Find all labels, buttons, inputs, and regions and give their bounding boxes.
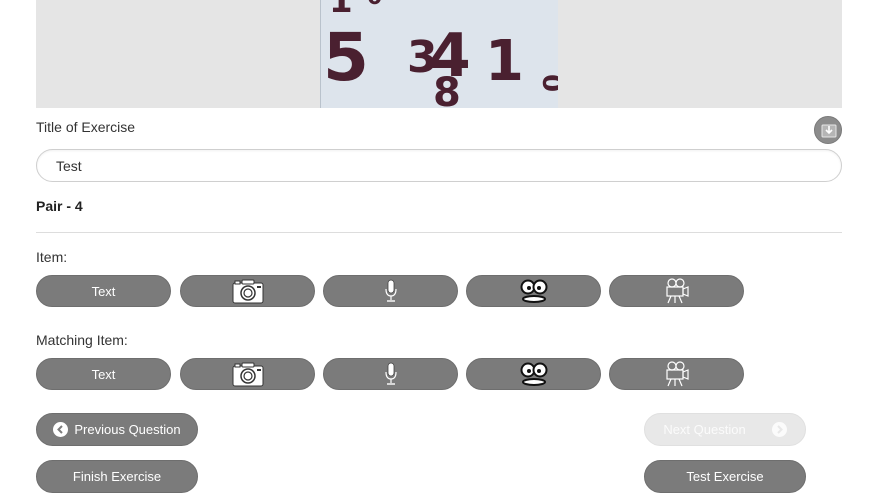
matching-audio-button[interactable] <box>323 358 458 390</box>
previous-question-button[interactable]: Previous Question <box>36 413 198 446</box>
next-question-button[interactable]: Next Question <box>644 413 806 446</box>
finish-exercise-label: Finish Exercise <box>72 469 162 484</box>
previous-question-label: Previous Question <box>74 422 181 437</box>
download-button[interactable] <box>814 116 842 144</box>
microphone-icon <box>384 279 397 302</box>
test-exercise-button[interactable]: Test Exercise <box>644 460 806 493</box>
pair-title: Pair - 4 <box>36 198 83 214</box>
download-icon <box>821 124 837 138</box>
face-icon <box>520 362 547 386</box>
title-label: Title of Exercise <box>36 119 136 135</box>
divider <box>36 232 842 233</box>
video-camera-icon <box>665 278 689 304</box>
digit-top-mid: 0 <box>367 0 382 10</box>
item-video-button[interactable] <box>609 275 744 307</box>
camera-icon <box>232 279 263 304</box>
matching-photo-button[interactable] <box>180 358 315 390</box>
video-camera-icon <box>665 361 689 387</box>
item-text-button[interactable]: Text <box>36 275 171 307</box>
item-emoji-button[interactable] <box>466 275 601 307</box>
digit-ten: 0 <box>536 74 558 92</box>
finish-exercise-button[interactable]: Finish Exercise <box>36 460 198 493</box>
digit-eight: 8 <box>433 70 461 108</box>
chevron-left-icon <box>53 422 69 437</box>
digit-five: 5 <box>323 19 369 96</box>
title-input[interactable] <box>36 149 842 182</box>
item-audio-button[interactable] <box>323 275 458 307</box>
matching-item-label: Matching Item: <box>36 332 128 348</box>
matching-video-button[interactable] <box>609 358 744 390</box>
matching-text-button[interactable]: Text <box>36 358 171 390</box>
camera-icon <box>232 362 263 387</box>
chevron-right-icon <box>771 422 787 437</box>
item-photo-button[interactable] <box>180 275 315 307</box>
item-text-label: Text <box>91 283 116 299</box>
digit-one: 1 <box>485 29 524 94</box>
microphone-icon <box>384 362 397 385</box>
image-preview-panel: 1 0 5 3 4 1 8 0 <box>36 0 842 108</box>
digit-top-left: 1 <box>329 0 353 21</box>
item-label: Item: <box>36 249 68 265</box>
face-icon <box>520 279 547 303</box>
number-collage-image: 1 0 5 3 4 1 8 0 <box>320 0 558 108</box>
next-question-label: Next Question <box>663 422 746 437</box>
matching-emoji-button[interactable] <box>466 358 601 390</box>
test-exercise-label: Test Exercise <box>686 469 764 484</box>
matching-text-label: Text <box>91 366 116 382</box>
